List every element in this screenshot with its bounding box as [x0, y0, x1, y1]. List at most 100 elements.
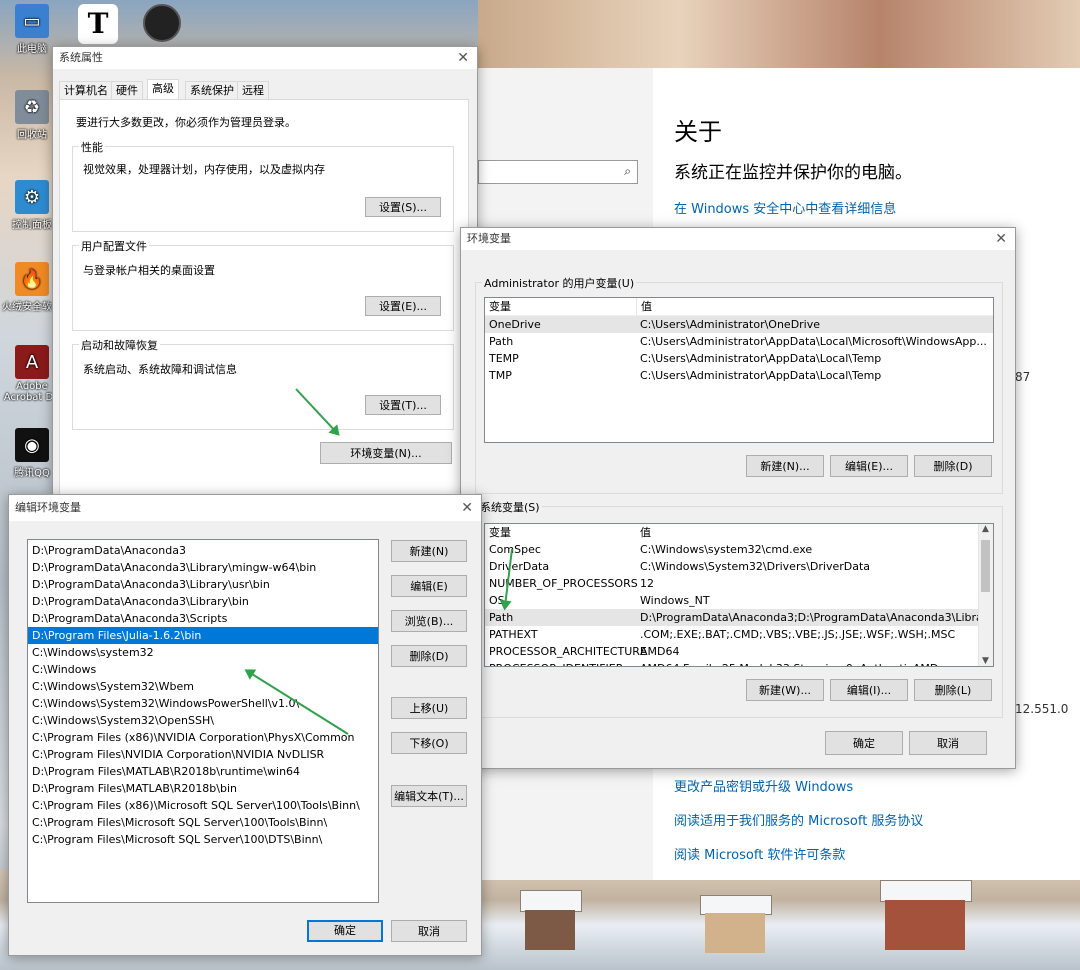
computer-icon: ▭	[15, 4, 49, 38]
security-center-link[interactable]: 在 Windows 安全中心中查看详细信息	[674, 198, 896, 217]
user-profile-group: 用户配置文件 与登录帐户相关的桌面设置 设置(E)...	[72, 238, 454, 331]
system-delete-button[interactable]: 删除(L)	[914, 679, 992, 701]
list-item[interactable]: C:\Program Files (x86)\NVIDIA Corporatio…	[28, 729, 378, 746]
table-row[interactable]: NUMBER_OF_PROCESSORS 12	[485, 575, 993, 592]
variable-value: Windows_NT	[640, 594, 710, 607]
vertical-scrollbar[interactable]: ▲ ▼	[978, 524, 993, 666]
close-icon[interactable]: ✕	[995, 228, 1007, 250]
table-row[interactable]: Path D:\ProgramData\Anaconda3;D:\ProgramD…	[485, 609, 993, 626]
column-header-variable[interactable]: 变量	[489, 524, 511, 541]
service-agreement-link[interactable]: 阅读适用于我们服务的 Microsoft 服务协议	[674, 810, 923, 829]
table-row[interactable]: PATHEXT .COM;.EXE;.BAT;.CMD;.VBS;.VBE;.JS…	[485, 626, 993, 643]
variable-value: C:\Users\Administrator\AppData\Local\Tem…	[640, 352, 882, 365]
variable-name: OneDrive	[489, 318, 541, 331]
wallpaper-top	[478, 0, 1080, 68]
close-icon[interactable]: ✕	[461, 495, 473, 521]
system-properties-dialog: 系统属性 ✕ 计算机名 硬件 高级 系统保护 远程 要进行大多数更改，你必须作为…	[52, 46, 478, 496]
list-item[interactable]: C:\Program Files\Microsoft SQL Server\10…	[28, 831, 378, 848]
move-up-button[interactable]: 上移(U)	[391, 697, 467, 719]
browse-button[interactable]: 浏览(B)...	[391, 610, 467, 632]
edit-ok-button[interactable]: 确定	[307, 920, 383, 942]
list-item[interactable]: D:\ProgramData\Anaconda3\Library\usr\bin	[28, 576, 378, 593]
tab-remote[interactable]: 远程	[237, 81, 269, 100]
column-header-value[interactable]: 值	[640, 524, 651, 541]
table-row[interactable]: OneDrive C:\Users\Administrator\OneDrive	[485, 316, 993, 333]
table-row[interactable]: PROCESSOR_IDENTIFIER AMD64 Family 25 Mode…	[485, 660, 993, 666]
license-terms-link[interactable]: 阅读 Microsoft 软件许可条款	[674, 844, 845, 863]
list-item[interactable]: C:\Program Files\NVIDIA Corporation\NVID…	[28, 746, 378, 763]
tab-computer-name[interactable]: 计算机名	[59, 81, 113, 100]
obs-icon[interactable]	[143, 4, 181, 42]
list-item[interactable]: C:\Windows	[28, 661, 378, 678]
system-edit-button[interactable]: 编辑(I)...	[830, 679, 908, 701]
delete-button[interactable]: 删除(D)	[391, 645, 467, 667]
edit-env-titlebar: 编辑环境变量 ✕	[9, 495, 481, 521]
column-header-value[interactable]: 值	[636, 298, 652, 315]
list-item[interactable]: C:\Windows\System32\WindowsPowerShell\v1…	[28, 695, 378, 712]
variable-name: PATHEXT	[489, 628, 538, 641]
user-variables-list[interactable]: 变量 值 OneDrive C:\Users\Administrator\OneD…	[484, 297, 994, 443]
system-new-button[interactable]: 新建(W)...	[746, 679, 824, 701]
list-item[interactable]: D:\ProgramData\Anaconda3\Library\bin	[28, 593, 378, 610]
edit-text-button[interactable]: 编辑文本(T)...	[391, 785, 467, 807]
close-icon[interactable]: ✕	[457, 47, 469, 69]
user-edit-button[interactable]: 编辑(E)...	[830, 455, 908, 477]
table-row[interactable]: PROCESSOR_ARCHITECTURE AMD64	[485, 643, 993, 660]
list-item[interactable]: D:\ProgramData\Anaconda3\Library\mingw-w…	[28, 559, 378, 576]
tab-hardware[interactable]: 硬件	[111, 81, 143, 100]
scroll-down-icon[interactable]: ▼	[982, 656, 989, 666]
admin-note: 要进行大多数更改，你必须作为管理员登录。	[76, 116, 296, 129]
environment-variables-button[interactable]: 环境变量(N)...	[320, 442, 452, 464]
env-ok-button[interactable]: 确定	[825, 731, 903, 755]
list-item[interactable]: D:\Program Files\Julia-1.6.2\bin	[28, 627, 378, 644]
dialog-title: 环境变量	[467, 232, 511, 245]
dialog-title: 编辑环境变量	[15, 501, 81, 514]
tab-advanced[interactable]: 高级	[147, 79, 179, 101]
move-down-button[interactable]: 下移(O)	[391, 732, 467, 754]
system-properties-titlebar: 系统属性 ✕	[53, 47, 477, 69]
table-row[interactable]: TMP C:\Users\Administrator\AppData\Local\…	[485, 367, 993, 384]
variable-name: PROCESSOR_ARCHITECTURE	[489, 645, 647, 658]
group-desc: 与登录帐户相关的桌面设置	[83, 264, 215, 277]
performance-settings-button[interactable]: 设置(S)...	[365, 197, 441, 217]
system-variables-list[interactable]: 变量 值 ComSpec C:\Windows\system32\cmd.exe D…	[484, 523, 994, 667]
list-item[interactable]: C:\Windows\System32\Wbem	[28, 678, 378, 695]
settings-search-box[interactable]: ⌕	[478, 160, 638, 184]
list-item[interactable]: D:\Program Files\MATLAB\R2018b\runtime\w…	[28, 763, 378, 780]
table-row[interactable]: DriverData C:\Windows\System32\Drivers\Dr…	[485, 558, 993, 575]
table-row[interactable]: OS Windows_NT	[485, 592, 993, 609]
startup-settings-button[interactable]: 设置(T)...	[365, 395, 441, 415]
edit-button[interactable]: 编辑(E)	[391, 575, 467, 597]
table-row[interactable]: ComSpec C:\Windows\system32\cmd.exe	[485, 541, 993, 558]
typora-icon[interactable]: T	[78, 4, 118, 44]
list-item[interactable]: C:\Program Files (x86)\Microsoft SQL Ser…	[28, 797, 378, 814]
group-label: 用户配置文件	[79, 238, 149, 254]
group-label: 启动和故障恢复	[79, 337, 160, 353]
variable-name: DriverData	[489, 560, 550, 573]
table-row[interactable]: TEMP C:\Users\Administrator\AppData\Local…	[485, 350, 993, 367]
performance-group: 性能 视觉效果，处理器计划，内存使用，以及虚拟内存 设置(S)...	[72, 139, 454, 232]
new-button[interactable]: 新建(N)	[391, 540, 467, 562]
list-item[interactable]: C:\Program Files\Microsoft SQL Server\10…	[28, 814, 378, 831]
about-title: 关于	[674, 118, 722, 146]
user-delete-button[interactable]: 删除(D)	[914, 455, 992, 477]
profile-settings-button[interactable]: 设置(E)...	[365, 296, 441, 316]
scrollbar-thumb[interactable]	[981, 540, 990, 592]
variable-value: C:\Users\Administrator\AppData\Local\Mic…	[640, 335, 987, 348]
system-variables-group: 系统变量(S) 变量 值 ComSpec C:\Windows\system32\…	[475, 499, 1003, 718]
edit-environment-variable-dialog: 编辑环境变量 ✕ D:\ProgramData\Anaconda3 D:\Prog…	[8, 494, 482, 956]
column-header-variable[interactable]: 变量	[489, 298, 511, 315]
list-item[interactable]: D:\ProgramData\Anaconda3	[28, 542, 378, 559]
change-product-key-link[interactable]: 更改产品密钥或升级 Windows	[674, 776, 853, 795]
tab-system-protection[interactable]: 系统保护	[185, 81, 239, 100]
startup-recovery-group: 启动和故障恢复 系统启动、系统故障和调试信息 设置(T)...	[72, 337, 454, 430]
env-cancel-button[interactable]: 取消	[909, 731, 987, 755]
table-row[interactable]: Path C:\Users\Administrator\AppData\Local…	[485, 333, 993, 350]
edit-cancel-button[interactable]: 取消	[391, 920, 467, 942]
scroll-up-icon[interactable]: ▲	[982, 524, 989, 534]
list-item[interactable]: D:\Program Files\MATLAB\R2018b\bin	[28, 780, 378, 797]
user-new-button[interactable]: 新建(N)...	[746, 455, 824, 477]
variable-value: AMD64	[640, 645, 680, 658]
list-item[interactable]: D:\ProgramData\Anaconda3\Scripts	[28, 610, 378, 627]
list-item[interactable]: C:\Windows\system32	[28, 644, 378, 661]
